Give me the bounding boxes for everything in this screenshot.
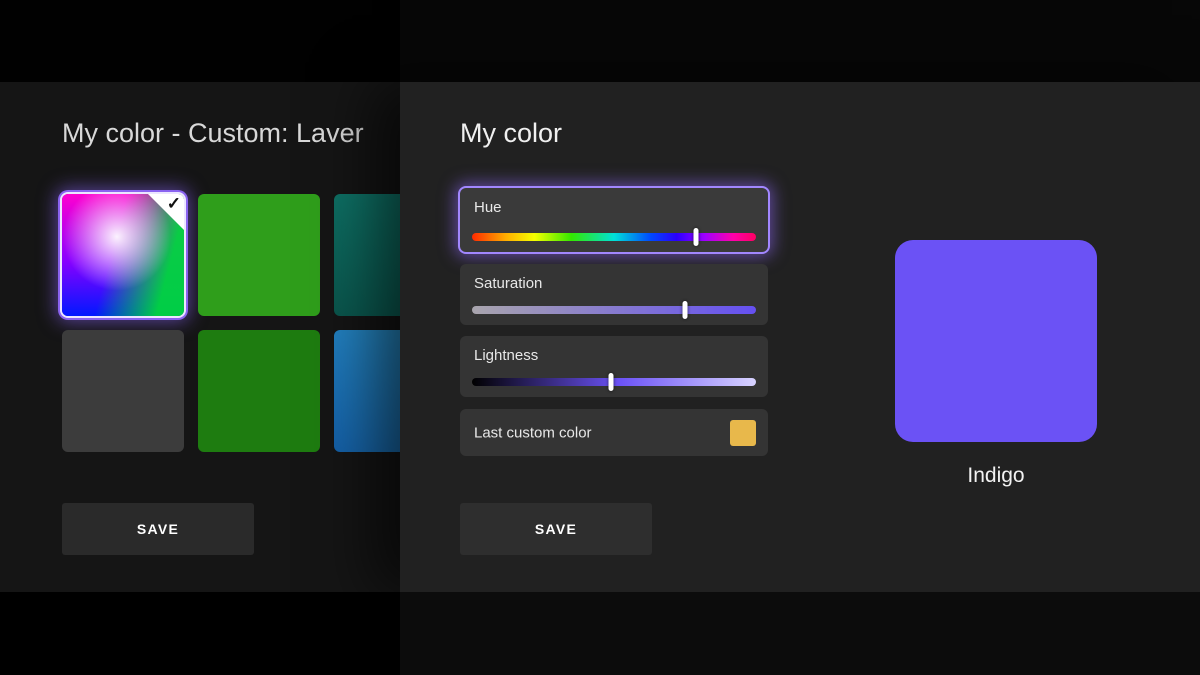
background-panel-title: My color - Custom: Laver — [62, 118, 364, 148]
color-preview-swatch — [895, 240, 1097, 442]
custom-color-dialog: My color Hue Saturation Lightness Last c… — [400, 82, 1200, 592]
content-area: My color - Custom: Laver ✓ SAVE My color… — [0, 82, 1200, 592]
last-custom-color-swatch[interactable] — [730, 419, 756, 446]
swatch-dark-green[interactable] — [198, 330, 320, 452]
swatch-blue[interactable] — [334, 330, 400, 452]
swatch-teal[interactable] — [334, 194, 400, 316]
saturation-slider-handle[interactable] — [682, 301, 688, 319]
saturation-label: Saturation — [474, 275, 543, 292]
last-custom-color-row[interactable]: Last custom color — [460, 409, 768, 456]
bottom-letterbox-bar-right — [400, 592, 1200, 675]
saturation-slider-track[interactable] — [472, 301, 756, 319]
swatch-green[interactable] — [198, 194, 320, 316]
hue-label: Hue — [474, 199, 502, 216]
color-swatch-grid: ✓ — [62, 194, 400, 452]
dialog-save-button[interactable]: SAVE — [460, 503, 652, 555]
checkmark-icon: ✓ — [166, 194, 181, 213]
lightness-slider-group[interactable]: Lightness — [460, 336, 768, 397]
saturation-slider-group[interactable]: Saturation — [460, 264, 768, 325]
hue-slider-track[interactable] — [472, 228, 756, 246]
swatch-custom-rainbow[interactable]: ✓ — [62, 194, 184, 316]
last-custom-color-label: Last custom color — [474, 424, 592, 441]
top-letterbox-bar-right — [400, 0, 1200, 82]
swatch-gray[interactable] — [62, 330, 184, 452]
dialog-title: My color — [460, 118, 563, 148]
background-save-button[interactable]: SAVE — [62, 503, 254, 555]
lightness-slider-track[interactable] — [472, 373, 756, 391]
background-color-picker-panel: My color - Custom: Laver ✓ SAVE — [0, 82, 400, 592]
screen: My color - Custom: Laver ✓ SAVE My color… — [0, 0, 1200, 675]
lightness-slider-handle[interactable] — [608, 373, 614, 391]
hue-slider-group[interactable]: Hue — [460, 188, 768, 252]
hue-slider-handle[interactable] — [693, 228, 699, 246]
lightness-label: Lightness — [474, 347, 539, 364]
color-preview-name: Indigo — [967, 464, 1025, 487]
